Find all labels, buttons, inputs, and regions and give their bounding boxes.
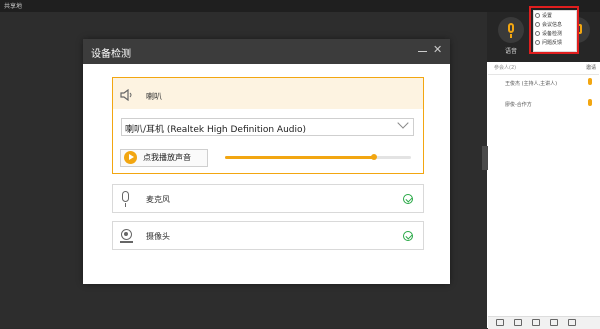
dialog-title: 设备检测 xyxy=(91,49,131,60)
close-button[interactable]: ✕ xyxy=(433,44,442,55)
speaker-icon xyxy=(120,89,132,101)
microphone-icon xyxy=(508,23,514,33)
highlight-annotation xyxy=(529,6,579,54)
minimize-button[interactable] xyxy=(418,46,427,55)
right-panel-bottom-bar xyxy=(488,316,600,329)
voice-button-label: 语音 xyxy=(504,48,517,55)
participant-name[interactable]: 王俊杰 (主持人,主讲人) xyxy=(505,80,557,87)
chat-icon[interactable] xyxy=(532,319,540,326)
check-circle-icon xyxy=(403,194,413,204)
people-icon[interactable] xyxy=(496,319,504,326)
speaker-label: 喇叭 xyxy=(146,92,162,101)
minimize-icon xyxy=(418,51,427,52)
close-icon: ✕ xyxy=(433,43,443,56)
participants-count: 参会人(2) xyxy=(494,65,517,71)
dialog-header xyxy=(83,39,450,64)
volume-level xyxy=(225,156,374,159)
participant-mic-icon xyxy=(588,78,592,85)
participant-name[interactable]: 廖俊-合作方 xyxy=(505,101,532,108)
volume-slider-handle[interactable] xyxy=(370,154,377,160)
collapse-panel-handle[interactable] xyxy=(482,146,488,170)
voice-button[interactable] xyxy=(498,17,524,43)
play-sound-label: 点我播放声音 xyxy=(143,153,191,162)
check-circle-icon xyxy=(403,231,413,241)
app-title: 共享地 xyxy=(4,3,23,10)
camera-label: 摄像头 xyxy=(146,232,170,241)
microphone-label: 麦克风 xyxy=(146,195,170,204)
camera-icon xyxy=(121,229,132,240)
speaker-device-value: 喇叭/耳机 (Realtek High Definition Audio) xyxy=(125,125,307,135)
play-icon xyxy=(124,151,137,164)
invite-link[interactable]: 邀请 xyxy=(586,64,596,71)
microphone-icon xyxy=(122,191,129,202)
document-icon[interactable] xyxy=(550,319,558,326)
participant-mic-icon xyxy=(588,99,592,106)
title-bar xyxy=(0,0,600,12)
message-icon[interactable] xyxy=(568,319,576,326)
video-icon[interactable] xyxy=(514,319,522,326)
